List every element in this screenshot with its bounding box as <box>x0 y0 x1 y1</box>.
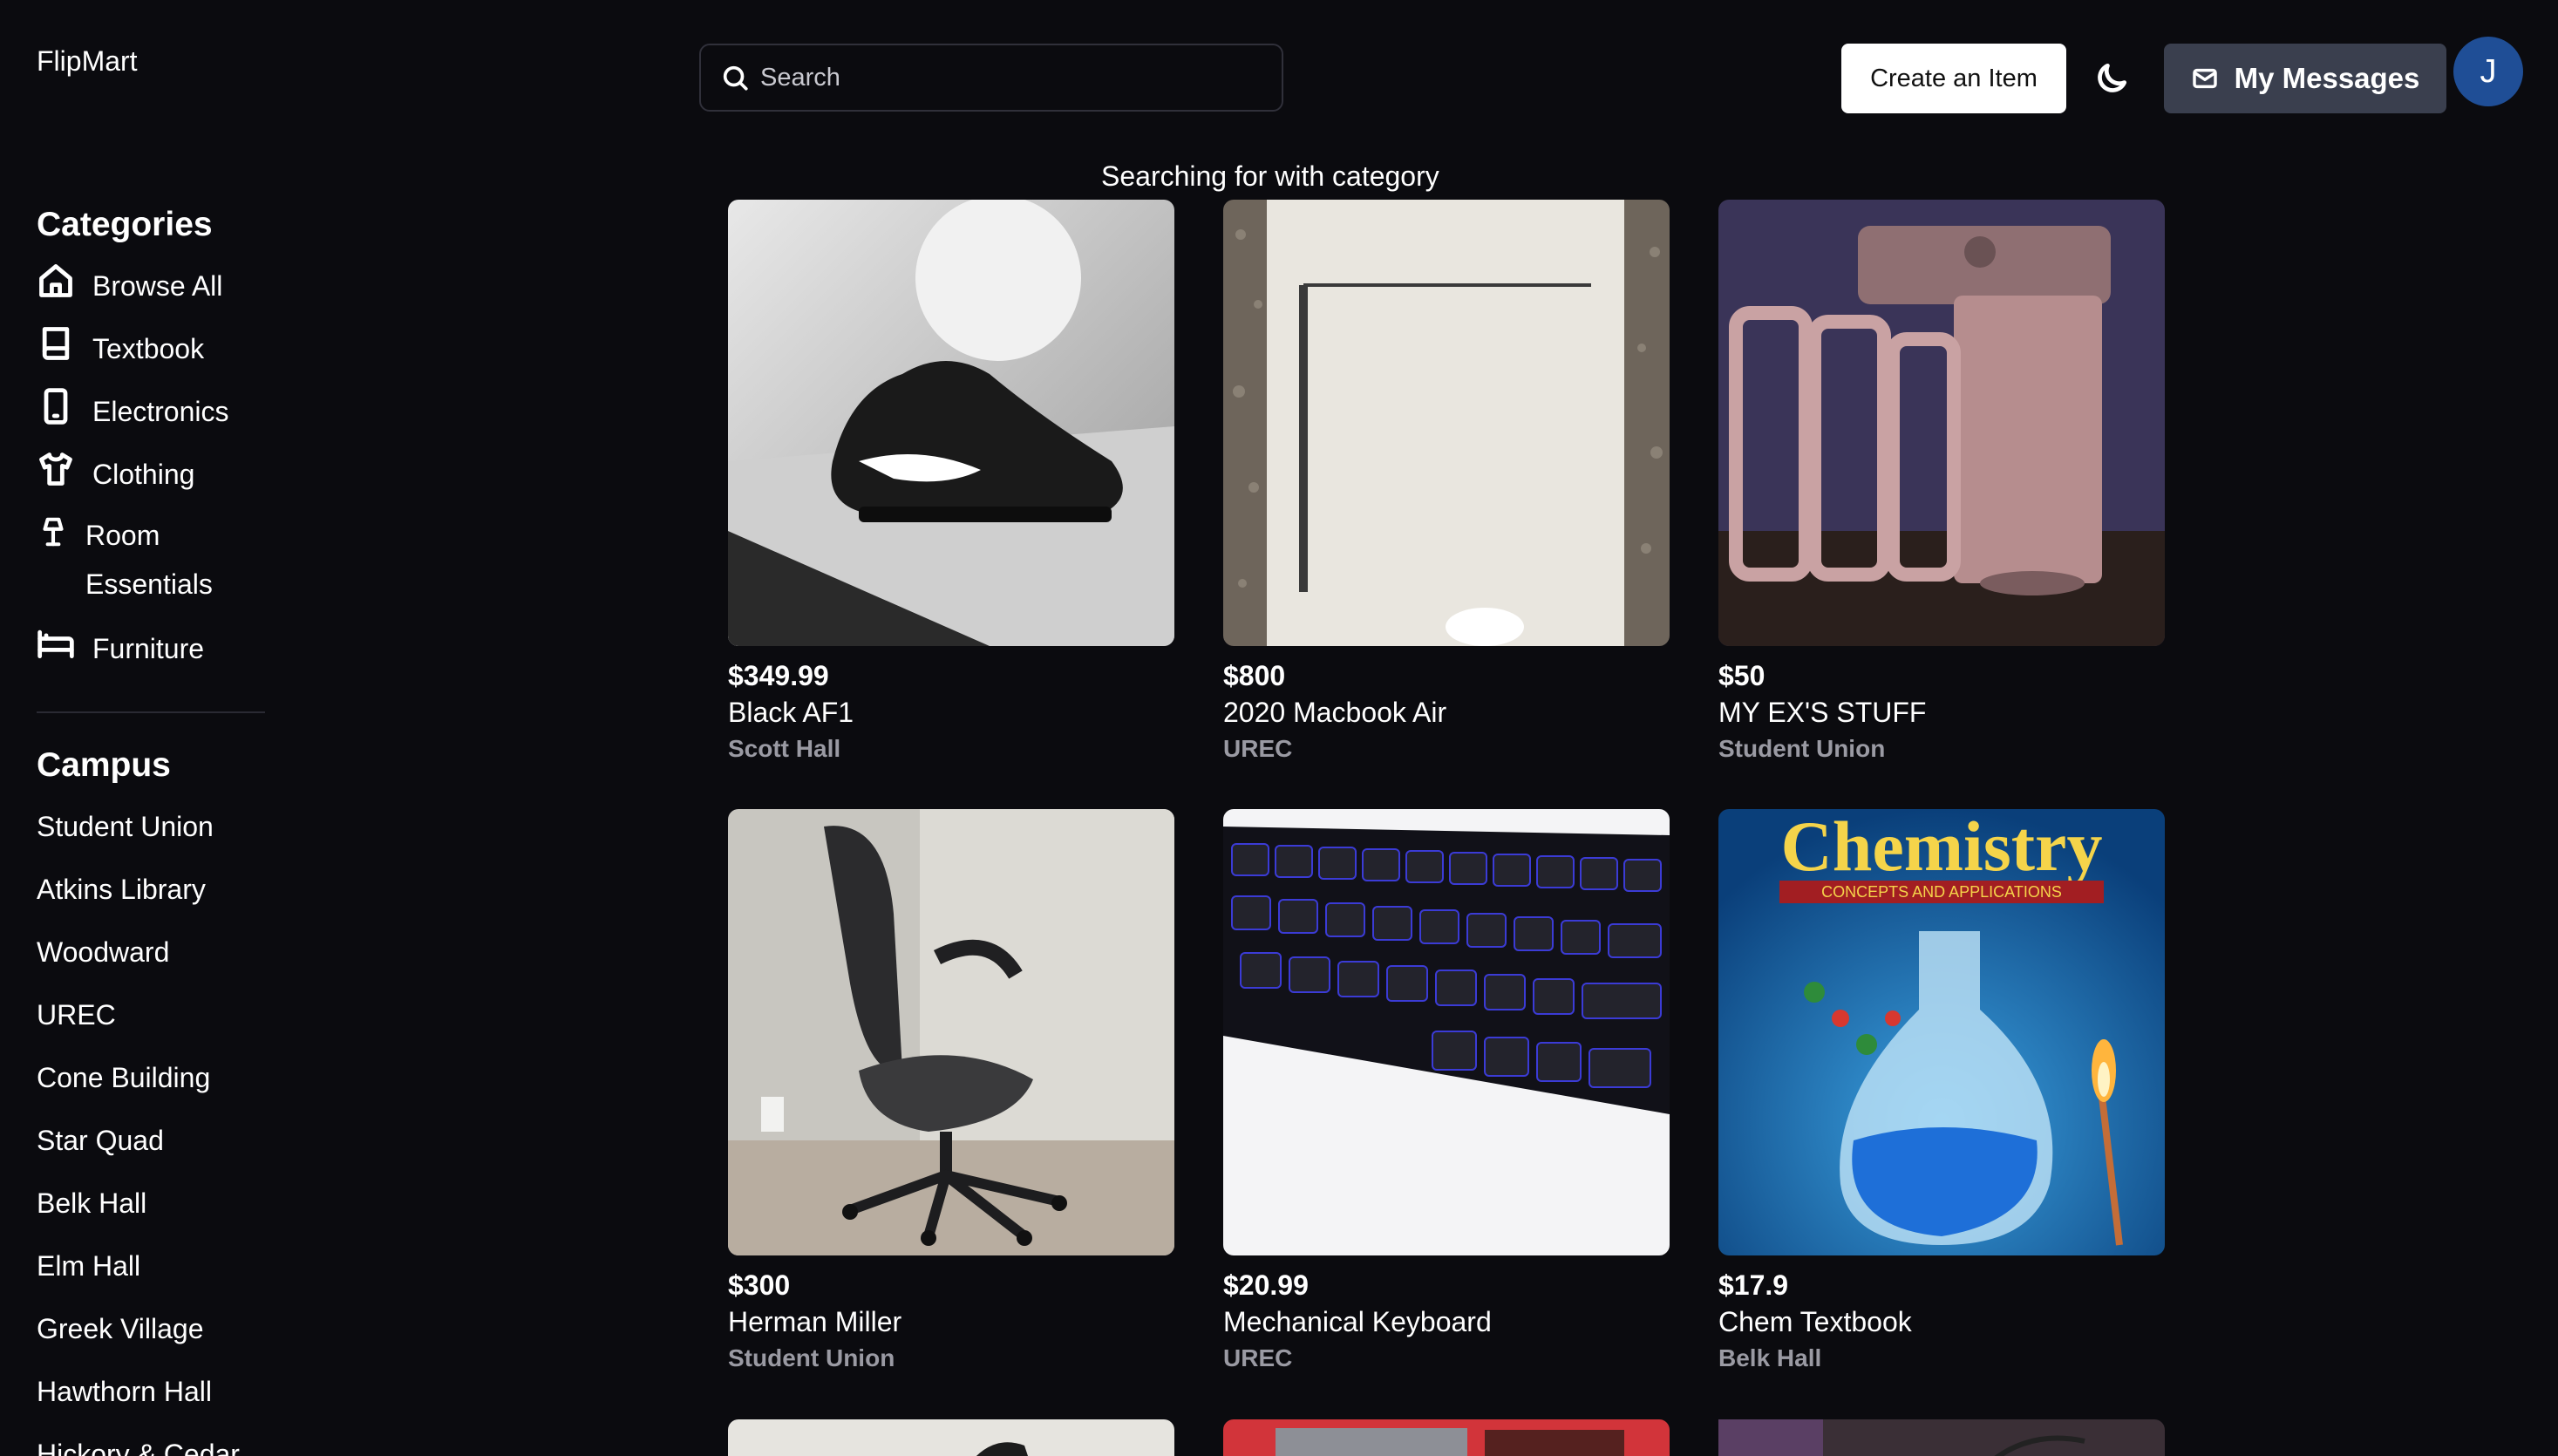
shirt-icon <box>37 450 75 488</box>
category-label: Browse All <box>92 270 223 302</box>
campus-item-hickory-cedar[interactable]: Hickory & Cedar <box>37 1428 265 1456</box>
category-furniture[interactable]: Furniture <box>37 624 265 687</box>
search-icon <box>720 63 750 92</box>
category-clothing[interactable]: Clothing <box>37 450 265 513</box>
item-price: $300 <box>728 1269 791 1301</box>
category-label: Textbook <box>92 333 205 364</box>
item-title: Herman Miller <box>728 1306 902 1337</box>
chem-cover-subtitle: CONCEPTS AND APPLICATIONS <box>1821 883 2062 901</box>
chem-cover-title: Chemistry <box>1781 809 2103 886</box>
brand-logo[interactable]: FlipMart <box>37 45 138 78</box>
category-label: Furniture <box>92 633 205 664</box>
sidebar-divider <box>37 711 265 713</box>
lamp-icon <box>37 513 70 551</box>
item-image <box>728 809 1174 1255</box>
campus-item-belk-hall[interactable]: Belk Hall <box>37 1177 265 1240</box>
create-item-button[interactable]: Create an Item <box>1841 44 2066 113</box>
item-price: $20.99 <box>1223 1269 1309 1301</box>
item-card[interactable]: Chemistry CONCEPTS AND APPLICATIONS $17.… <box>1718 809 2165 1376</box>
category-label: Electronics <box>92 396 229 427</box>
item-image: Chemistry CONCEPTS AND APPLICATIONS <box>1718 809 2165 1255</box>
moon-icon <box>2092 63 2131 101</box>
category-electronics[interactable]: Electronics <box>37 387 265 450</box>
my-messages-button[interactable]: My Messages <box>2164 44 2446 113</box>
phone-icon <box>37 387 75 425</box>
item-price: $800 <box>1223 660 1286 691</box>
item-location: Student Union <box>728 1344 895 1371</box>
campus-list: Student Union Atkins Library Woodward UR… <box>37 800 265 1456</box>
category-label: Clothing <box>92 459 195 490</box>
item-price: $349.99 <box>728 660 829 691</box>
item-card-partial[interactable] <box>728 1419 1174 1456</box>
category-label: Room Essentials <box>85 520 213 600</box>
bed-icon <box>37 624 75 663</box>
search-input[interactable] <box>759 62 1247 93</box>
item-image <box>1223 809 1670 1255</box>
item-price: $50 <box>1718 660 1765 691</box>
sidebar: Categories Browse All Textbook Electroni… <box>37 199 265 1456</box>
category-list: Browse All Textbook Electronics Clothing <box>37 262 265 687</box>
item-price: $17.9 <box>1718 1269 1789 1301</box>
item-card-partial[interactable] <box>1718 1419 2165 1456</box>
item-card[interactable]: $20.99 Mechanical Keyboard UREC <box>1223 809 1670 1376</box>
category-textbook[interactable]: Textbook <box>37 324 265 387</box>
item-card-partial[interactable] <box>1223 1419 1670 1456</box>
item-card[interactable]: $50 MY EX'S STUFF Student Union <box>1718 200 2165 766</box>
search-status-text: Searching for with category <box>1101 160 1439 192</box>
campus-item-urec[interactable]: UREC <box>37 989 265 1051</box>
book-icon <box>37 324 75 363</box>
item-location: Belk Hall <box>1718 1344 1822 1371</box>
campus-heading: Campus <box>37 746 171 784</box>
category-browse-all[interactable]: Browse All <box>37 262 265 324</box>
item-location: Scott Hall <box>728 735 841 762</box>
theme-toggle[interactable] <box>2092 59 2134 101</box>
my-messages-label: My Messages <box>2234 62 2420 94</box>
mail-icon <box>2191 65 2219 92</box>
page: FlipMart Create an Item My Messages J Ca… <box>0 0 2558 1456</box>
campus-item-hawthorn-hall[interactable]: Hawthorn Hall <box>37 1365 265 1428</box>
campus-item-atkins-library[interactable]: Atkins Library <box>37 863 265 926</box>
item-image <box>728 200 1174 646</box>
item-title: MY EX'S STUFF <box>1718 697 1927 728</box>
campus-item-greek-village[interactable]: Greek Village <box>37 1303 265 1365</box>
campus-item-student-union[interactable]: Student Union <box>37 800 265 863</box>
avatar[interactable]: J <box>2453 37 2523 106</box>
campus-item-woodward[interactable]: Woodward <box>37 926 265 989</box>
category-room-essentials[interactable]: Room Essentials <box>37 513 265 624</box>
item-title: Mechanical Keyboard <box>1223 1306 1492 1337</box>
categories-heading: Categories <box>37 206 213 243</box>
item-location: UREC <box>1223 735 1293 762</box>
item-card[interactable]: $800 2020 Macbook Air UREC <box>1223 200 1670 766</box>
search-box[interactable] <box>699 44 1283 112</box>
item-title: 2020 Macbook Air <box>1223 697 1447 728</box>
item-title: Chem Textbook <box>1718 1306 1912 1337</box>
campus-item-star-quad[interactable]: Star Quad <box>37 1114 265 1177</box>
item-location: Student Union <box>1718 735 1886 762</box>
item-card[interactable]: $349.99 Black AF1 Scott Hall <box>728 200 1174 766</box>
item-image <box>1718 200 2165 646</box>
home-icon <box>37 262 75 300</box>
item-card[interactable]: $300 Herman Miller Student Union <box>728 809 1174 1376</box>
item-title: Black AF1 <box>728 697 854 728</box>
campus-item-cone-building[interactable]: Cone Building <box>37 1051 265 1114</box>
item-image <box>1223 200 1670 646</box>
item-location: UREC <box>1223 1344 1293 1371</box>
campus-item-elm-hall[interactable]: Elm Hall <box>37 1240 265 1303</box>
